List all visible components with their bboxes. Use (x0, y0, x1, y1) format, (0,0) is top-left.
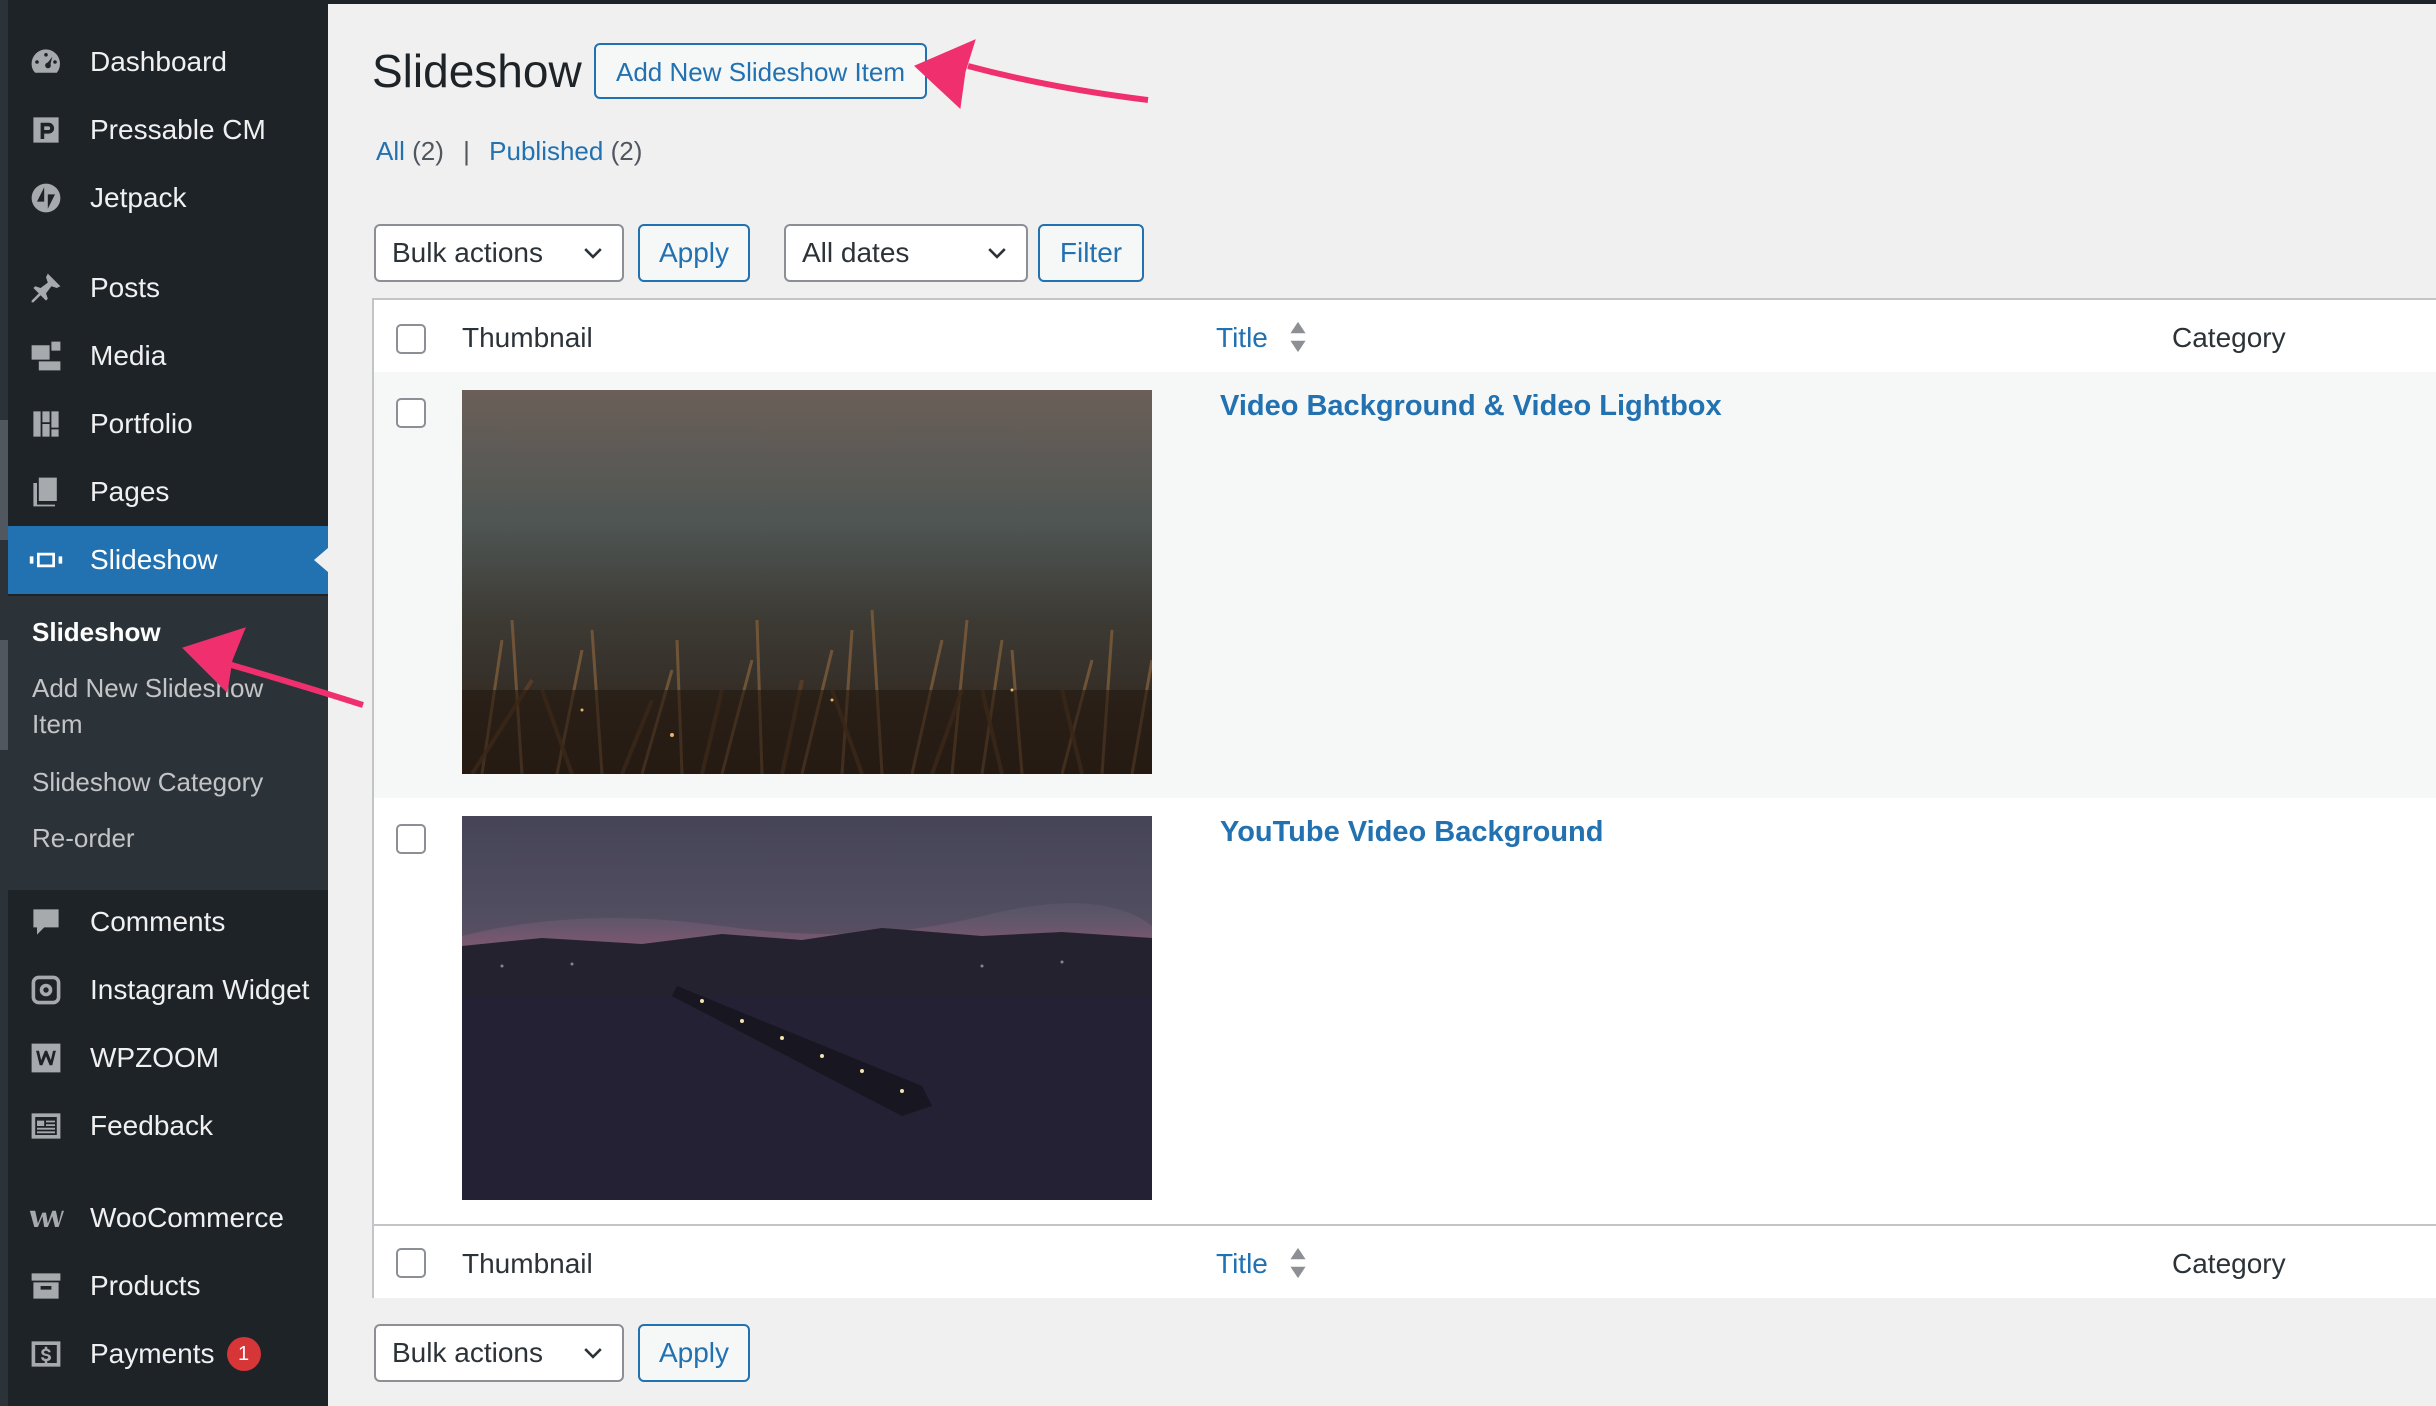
select-all-checkbox[interactable] (396, 324, 426, 354)
page-title: Slideshow (372, 45, 582, 97)
sidebar-item-label: Media (90, 340, 167, 371)
sidebar-item-label: Payments (90, 1338, 215, 1369)
sidebar-item-products[interactable]: Products (8, 1252, 328, 1320)
sidebar-item-feedback[interactable]: Feedback (8, 1092, 328, 1160)
sidebar-item-label: Products (90, 1270, 201, 1301)
sidebar-item-label: Pressable CM (90, 114, 266, 145)
pin-icon (26, 268, 66, 308)
instagram-icon (26, 970, 66, 1010)
sidebar-item-label: Posts (90, 272, 161, 303)
table-row: YouTube Video Background (374, 798, 2436, 1224)
admin-sidebar: Dashboard Pressable CM Jetpack Posts Med… (8, 0, 328, 1406)
sidebar-item-media[interactable]: Media (8, 322, 328, 390)
sidebar-item-instagram-widget[interactable]: Instagram Widget (8, 956, 328, 1024)
add-new-slideshow-item-button[interactable]: Add New Slideshow Item (594, 43, 928, 99)
sidebar-item-label: Comments (90, 906, 226, 937)
bulk-actions-value: Bulk actions (392, 237, 543, 268)
slideshow-items-table: Thumbnail Title Category Video Backgroun… (372, 298, 2436, 1298)
comment-icon (26, 902, 66, 942)
table-header: Thumbnail Title Category (374, 300, 2436, 374)
sidebar-item-slideshow[interactable]: Slideshow (8, 526, 328, 594)
sidebar-item-label: Pages (90, 476, 170, 507)
feedback-icon (26, 1106, 66, 1146)
date-filter-value: All dates (802, 237, 910, 268)
sidebar-item-label: Feedback (90, 1110, 213, 1141)
sidebar-item-posts[interactable]: Posts (8, 254, 328, 322)
portfolio-icon (26, 404, 66, 444)
table-footer: Thumbnail Title Category (374, 1224, 2436, 1298)
pressable-icon (26, 110, 66, 150)
column-category: Category (2172, 1248, 2286, 1279)
sidebar-item-label: Instagram Widget (90, 974, 310, 1005)
sidebar-item-label: Slideshow (90, 544, 218, 575)
sidebar-item-label: Dashboard (90, 46, 227, 77)
admin-top-bar (328, 0, 2436, 4)
apply-button[interactable]: Apply (638, 224, 750, 282)
column-thumbnail: Thumbnail (462, 1248, 593, 1279)
wpzoom-icon (26, 1038, 66, 1078)
sidebar-item-label: WPZOOM (90, 1042, 220, 1073)
filter-published-link[interactable]: Published (489, 136, 603, 166)
dashboard-icon (26, 42, 66, 82)
filter-all-link[interactable]: All (376, 136, 405, 166)
sidebar-item-dashboard[interactable]: Dashboard (8, 28, 328, 96)
date-filter-select[interactable]: All dates (784, 224, 1028, 282)
row-checkbox[interactable] (396, 398, 426, 428)
sort-icon[interactable] (1288, 320, 1308, 354)
submenu-add-new-slideshow-item[interactable]: Add New Slideshow Item (32, 670, 312, 742)
main-content: Slideshow Add New Slideshow Item All (2)… (328, 0, 2436, 1406)
submenu-re-order[interactable]: Re-order (32, 820, 312, 856)
sidebar-item-comments[interactable]: Comments (8, 888, 328, 956)
grass-at-dusk-image (462, 390, 1152, 774)
select-all-checkbox[interactable] (396, 1248, 426, 1278)
pier-at-sunset-image (462, 816, 1152, 1200)
thumbnail-image[interactable] (462, 390, 1152, 774)
jetpack-icon (26, 178, 66, 218)
bulk-actions-select[interactable]: Bulk actions (374, 224, 624, 282)
column-title-sort-link[interactable]: Title (1216, 1248, 1268, 1280)
filter-all-count: (2) (412, 136, 444, 166)
row-checkbox[interactable] (396, 824, 426, 854)
sidebar-item-pressable[interactable]: Pressable CM (8, 96, 328, 164)
archive-icon (26, 1266, 66, 1306)
column-thumbnail: Thumbnail (462, 322, 593, 353)
submenu-slideshow[interactable]: Slideshow (32, 614, 312, 650)
filter-separator: | (463, 136, 470, 166)
slideshow-icon (26, 540, 66, 580)
column-title-sort-link[interactable]: Title (1216, 322, 1268, 354)
left-edge-strip (0, 0, 8, 1406)
woocommerce-icon (26, 1198, 66, 1238)
sidebar-item-wpzoom[interactable]: WPZOOM (8, 1024, 328, 1092)
sidebar-item-woocommerce[interactable]: WooCommerce (8, 1184, 328, 1252)
chevron-down-icon (988, 248, 1006, 259)
submenu-slideshow-category[interactable]: Slideshow Category (32, 764, 312, 800)
media-icon (26, 336, 66, 376)
filter-button[interactable]: Filter (1038, 224, 1144, 282)
sort-icon[interactable] (1288, 1246, 1308, 1280)
sidebar-item-label: WooCommerce (90, 1202, 284, 1233)
pages-icon (26, 472, 66, 512)
status-filter-links: All (2) | Published (2) (376, 136, 642, 167)
sidebar-item-pages[interactable]: Pages (8, 458, 328, 526)
sidebar-item-portfolio[interactable]: Portfolio (8, 390, 328, 458)
sidebar-item-payments[interactable]: Payments 1 (8, 1320, 328, 1388)
bulk-actions-value: Bulk actions (392, 1337, 543, 1368)
sidebar-item-jetpack[interactable]: Jetpack (8, 164, 328, 232)
sidebar-item-label: Jetpack (90, 182, 187, 213)
apply-button-bottom[interactable]: Apply (638, 1324, 750, 1382)
row-title-link[interactable]: Video Background & Video Lightbox (1220, 390, 1722, 423)
row-title-link[interactable]: YouTube Video Background (1220, 816, 1603, 849)
sidebar-item-label: Portfolio (90, 408, 193, 439)
bulk-actions-select-bottom[interactable]: Bulk actions (374, 1324, 624, 1382)
slideshow-submenu: Slideshow Add New Slideshow Item Slidesh… (8, 596, 328, 890)
payments-icon (26, 1334, 66, 1374)
chevron-down-icon (584, 248, 602, 259)
filter-published-count: (2) (610, 136, 643, 166)
chevron-down-icon (584, 1348, 602, 1359)
column-category: Category (2172, 322, 2286, 353)
thumbnail-image[interactable] (462, 816, 1152, 1200)
table-row: Video Background & Video Lightbox (374, 372, 2436, 798)
notification-badge: 1 (226, 1337, 261, 1371)
